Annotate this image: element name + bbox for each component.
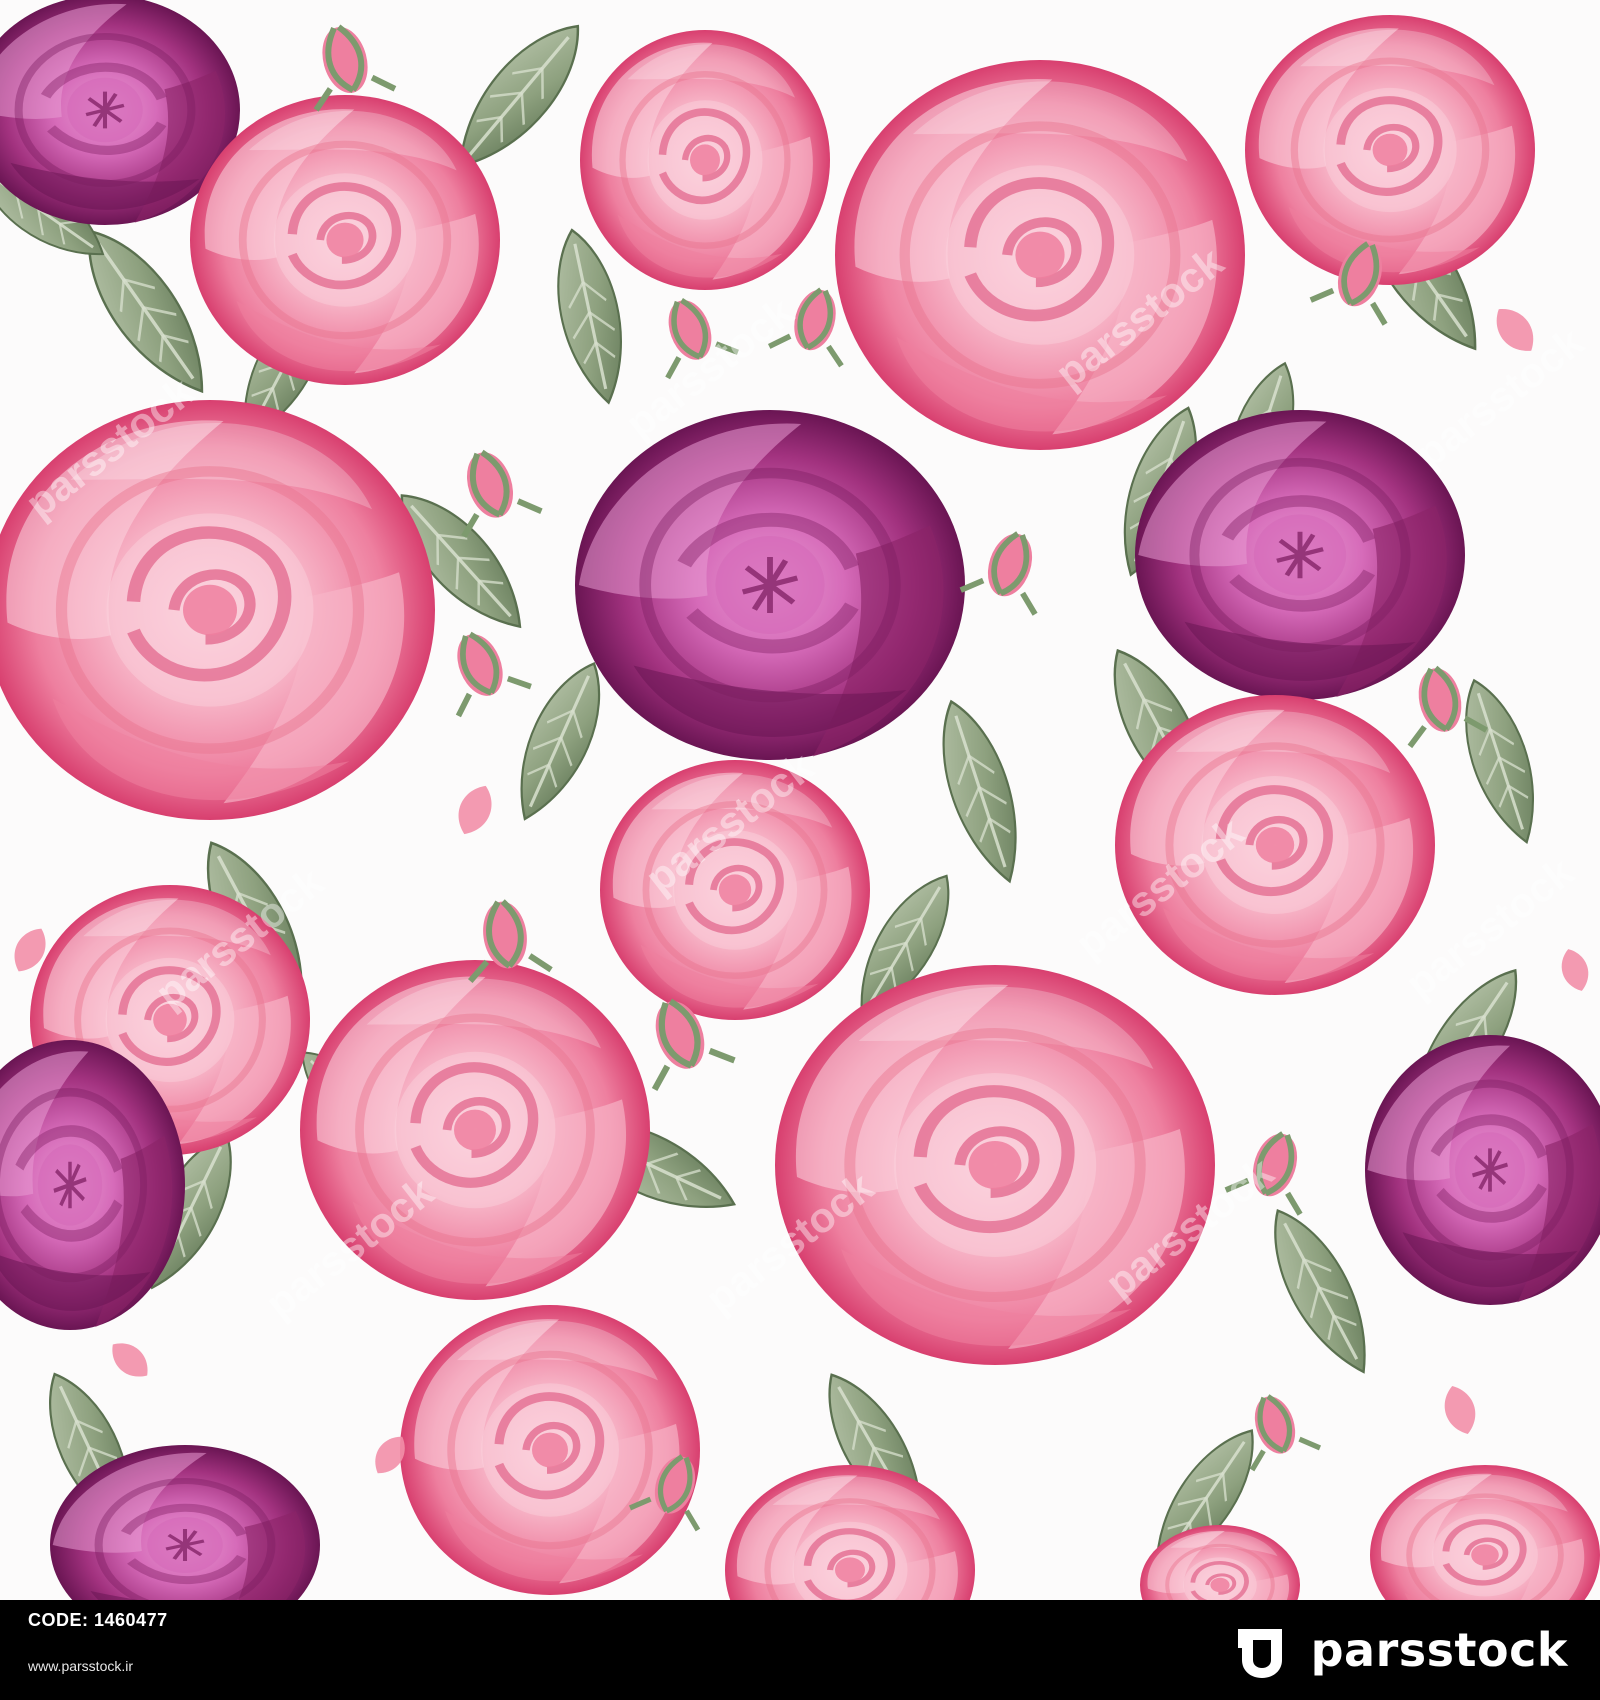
floral-pattern-svg: parsstock bbox=[0, 0, 1600, 1600]
parsstock-logo: parsstock bbox=[1229, 1614, 1568, 1686]
code-label: CODE: bbox=[28, 1610, 89, 1630]
website-link[interactable]: www.parsstock.ir bbox=[28, 1658, 133, 1674]
image-code: CODE: 1460477 bbox=[28, 1610, 168, 1631]
code-value: 1460477 bbox=[94, 1610, 168, 1630]
parsstock-logo-icon bbox=[1237, 1629, 1282, 1678]
parsstock-logo-text: parsstock bbox=[1310, 1623, 1568, 1677]
stock-footer: CODE: 1460477 www.parsstock.ir parsstock bbox=[0, 1600, 1600, 1700]
stock-image-page: parsstock bbox=[0, 0, 1600, 1700]
floral-pattern-artwork: parsstock bbox=[0, 0, 1600, 1600]
